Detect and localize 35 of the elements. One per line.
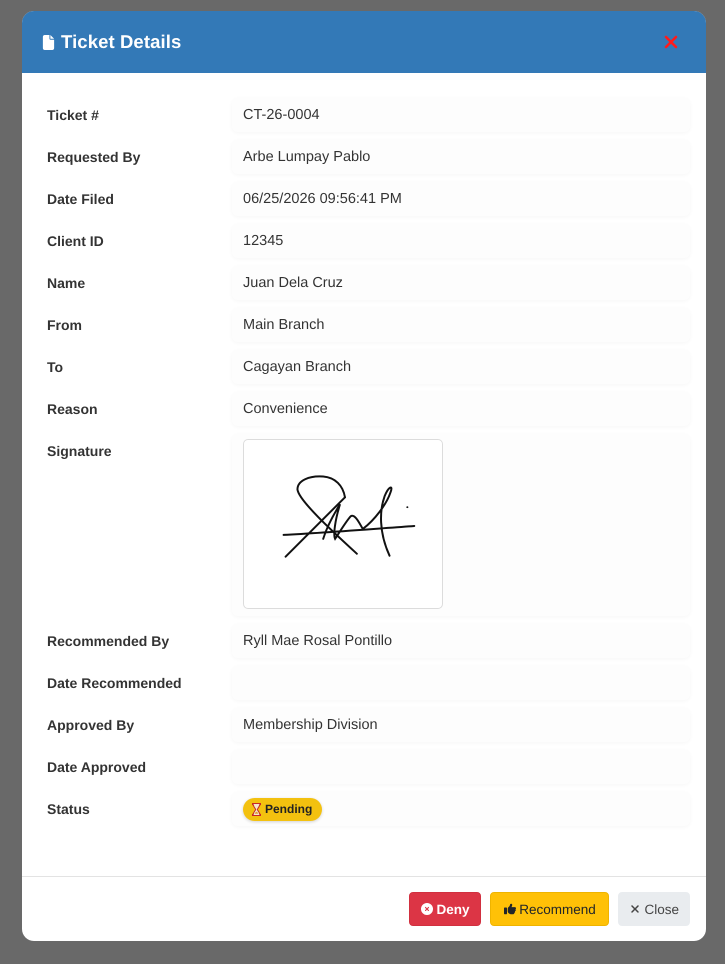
recommend-button[interactable]: Recommend bbox=[490, 892, 610, 926]
field-label: Date Filed bbox=[47, 190, 115, 209]
field-label: Date Recommended bbox=[47, 674, 183, 693]
field-label: Client ID bbox=[47, 232, 105, 251]
value-cell: Juan Dela Cruz bbox=[232, 266, 690, 300]
thumbs-up-icon bbox=[504, 903, 516, 915]
value-cell: CT-26-0004 bbox=[232, 98, 690, 132]
value-cell: 12345 bbox=[232, 224, 690, 258]
field-label: To bbox=[47, 358, 64, 377]
field-label: Name bbox=[47, 274, 86, 293]
field-label: Date Approved bbox=[47, 758, 148, 777]
value-cell: Membership Division bbox=[232, 708, 690, 742]
value-cell: Cagayan Branch bbox=[232, 350, 690, 384]
modal-title: Ticket Details bbox=[61, 31, 182, 53]
hourglass-icon bbox=[252, 802, 261, 816]
field-label: From bbox=[47, 316, 83, 335]
file-icon bbox=[41, 34, 56, 50]
value-cell: Ryll Mae Rosal Pontillo bbox=[232, 624, 690, 658]
field-label: Requested By bbox=[47, 148, 142, 167]
circle-x-icon bbox=[421, 903, 434, 915]
value-cell: 06/25/2026 09:56:41 PM bbox=[232, 182, 690, 216]
field-label: Recommended By bbox=[47, 632, 170, 651]
deny-button[interactable]: Deny bbox=[409, 892, 482, 926]
close-icon bbox=[629, 903, 642, 915]
close-icon[interactable] bbox=[664, 35, 678, 49]
value-cell: Arbe Lumpay Pablo bbox=[232, 140, 690, 174]
status-badge: Pending bbox=[243, 798, 322, 820]
value-cell: Main Branch bbox=[232, 308, 690, 342]
close-button[interactable]: Close bbox=[618, 892, 690, 926]
field-label: Status bbox=[47, 800, 91, 819]
field-label: Signature bbox=[47, 442, 113, 461]
value-cell: Convenience bbox=[232, 392, 690, 426]
field-label: Approved By bbox=[47, 716, 136, 735]
field-label: Reason bbox=[47, 400, 99, 419]
field-label: Ticket # bbox=[47, 106, 100, 125]
